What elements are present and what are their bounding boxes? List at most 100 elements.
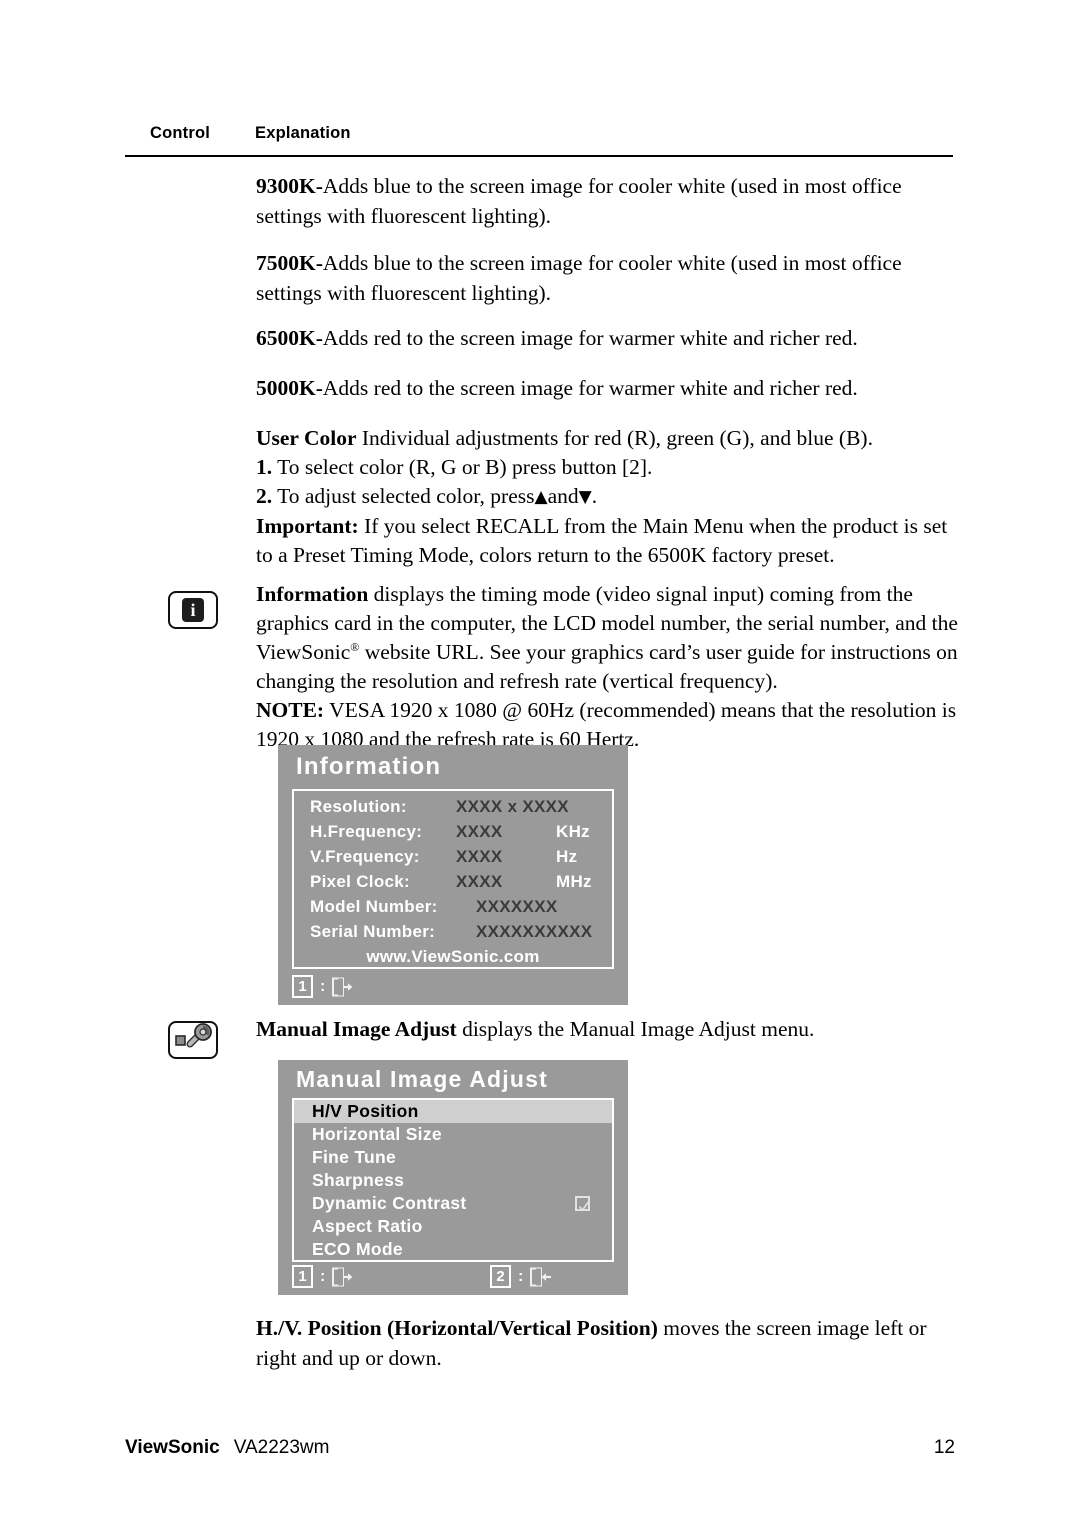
term-6500k: 6500K-	[256, 326, 323, 350]
arrow-down-icon: ▼	[578, 487, 592, 507]
step-2-text-after: .	[591, 484, 598, 508]
term-7500k: 7500K-	[256, 251, 323, 275]
text-9300k: Adds blue to the screen image for cooler…	[256, 174, 902, 228]
column-header-explanation: Explanation	[255, 124, 351, 142]
osd-value-h-frequency: XXXX	[456, 822, 503, 841]
osd-label-resolution: Resolution:	[310, 797, 407, 816]
paragraph-user-color: User Color Individual adjustments for re…	[256, 424, 956, 570]
term-hv-position: H./V. Position (Horizontal/Vertical Posi…	[256, 1316, 658, 1340]
osd-hint-colon: :	[518, 1267, 524, 1285]
paragraph-9300k: 9300K-Adds blue to the screen image for …	[256, 171, 956, 231]
osd-value-pixel-clock: XXXX	[456, 872, 503, 891]
osd-manual-image-adjust-list: H/V Position Horizontal Size Fine Tune S…	[292, 1098, 614, 1262]
step-1-text: To select color (R, G or B) press button…	[277, 455, 653, 479]
footer-brand-line: ViewSonic VA2223wm	[125, 1437, 329, 1459]
manual-page: Control Explanation 9300K-Adds blue to t…	[0, 0, 1080, 1528]
osd-row-model-number: Model Number: XXXXXXX	[294, 893, 612, 921]
osd-hint-exit[interactable]: 1 :	[292, 1265, 354, 1288]
footer-model: VA2223wm	[233, 1437, 330, 1458]
osd-hint-colon: :	[320, 977, 326, 995]
osd-value-serial-number: XXXXXXXXXX	[476, 922, 593, 941]
osd-value-v-frequency: XXXX	[456, 847, 503, 866]
term-important: Important:	[256, 514, 359, 538]
osd-hint-exit[interactable]: 1 :	[292, 975, 354, 998]
osd-label-h-frequency: H.Frequency:	[310, 822, 423, 841]
osd-row-serial-number: Serial Number: XXXXXXXXXX	[294, 918, 612, 946]
osd-item-sharpness[interactable]: Sharpness	[294, 1169, 612, 1192]
osd-manual-image-adjust-hints: 1 : 2 :	[292, 1263, 614, 1289]
osd-hint-colon: :	[320, 1267, 326, 1285]
osd-label-pixel-clock: Pixel Clock:	[310, 872, 410, 891]
term-5000k: 5000K-	[256, 376, 323, 400]
step-2-number: 2.	[256, 484, 273, 508]
text-6500k: Adds red to the screen image for warmer …	[322, 326, 858, 350]
footer-brand: ViewSonic	[125, 1437, 220, 1458]
text-important: If you select RECALL from the Main Menu …	[256, 514, 948, 567]
osd-item-aspect-ratio[interactable]: Aspect Ratio	[294, 1215, 612, 1238]
column-header-control: Control	[150, 124, 211, 142]
osd-value-model-number: XXXXXXX	[476, 897, 558, 916]
exit-icon	[332, 977, 354, 997]
osd-website-url: www.ViewSonic.com	[366, 947, 540, 966]
text-note: VESA 1920 x 1080 @ 60Hz (recommended) me…	[256, 698, 957, 751]
dynamic-contrast-checkbox[interactable]	[575, 1196, 591, 1212]
information-icon-glyph: i	[182, 598, 204, 622]
osd-item-hv-position[interactable]: H/V Position	[294, 1100, 612, 1123]
osd-unit-pixel-clock: MHz	[556, 872, 592, 891]
osd-item-label: ECO Mode	[312, 1239, 403, 1259]
osd-label-v-frequency: V.Frequency:	[310, 847, 420, 866]
osd-hint-key-2: 2	[490, 1265, 511, 1288]
osd-hint-key-1: 1	[292, 975, 313, 998]
paragraph-6500k: 6500K-Adds red to the screen image for w…	[256, 323, 956, 353]
osd-item-label: Horizontal Size	[312, 1124, 442, 1144]
osd-hint-enter[interactable]: 2 :	[490, 1265, 552, 1288]
osd-information-title: Information	[296, 753, 442, 780]
step-2-conjunction: and	[547, 484, 579, 508]
osd-hint-key-1: 1	[292, 1265, 313, 1288]
osd-label-model-number: Model Number:	[310, 897, 438, 916]
registered-trademark-symbol: ®	[350, 639, 360, 654]
text-5000k: Adds red to the screen image for warmer …	[322, 376, 858, 400]
arrow-up-icon: ▲	[534, 487, 548, 507]
paragraph-hv-position: H./V. Position (Horizontal/Vertical Posi…	[256, 1313, 962, 1373]
osd-unit-v-frequency: Hz	[556, 847, 578, 866]
osd-row-v-frequency: V.Frequency: XXXX Hz	[294, 843, 612, 871]
osd-row-resolution: Resolution: XXXX x XXXX	[294, 793, 612, 821]
osd-item-label: Fine Tune	[312, 1147, 397, 1167]
osd-information-panel: Information Resolution: XXXX x XXXX H.Fr…	[278, 745, 628, 1005]
osd-row-pixel-clock: Pixel Clock: XXXX MHz	[294, 868, 612, 896]
osd-item-eco-mode[interactable]: ECO Mode	[294, 1238, 612, 1261]
paragraph-5000k: 5000K-Adds red to the screen image for w…	[256, 373, 956, 403]
osd-unit-h-frequency: KHz	[556, 822, 590, 841]
osd-item-fine-tune[interactable]: Fine Tune	[294, 1146, 612, 1169]
wrench-icon	[175, 1023, 212, 1048]
term-user-color: User Color	[256, 426, 357, 450]
osd-manual-image-adjust-panel: Manual Image Adjust H/V Position Horizon…	[278, 1060, 628, 1295]
step-2-text-before: To adjust selected color, press	[277, 484, 535, 508]
osd-value-resolution: XXXX x XXXX	[456, 797, 569, 816]
term-manual-image-adjust: Manual Image Adjust	[256, 1017, 457, 1041]
osd-item-label: H/V Position	[312, 1101, 419, 1121]
paragraph-manual-image-adjust: Manual Image Adjust displays the Manual …	[256, 1014, 956, 1044]
osd-item-label: Dynamic Contrast	[312, 1193, 467, 1213]
text-user-color: Individual adjustments for red (R), gree…	[361, 426, 873, 450]
paragraph-information: Information displays the timing mode (vi…	[256, 580, 962, 754]
osd-row-h-frequency: H.Frequency: XXXX KHz	[294, 818, 612, 846]
manual-image-adjust-icon	[168, 1021, 218, 1059]
text-7500k: Adds blue to the screen image for cooler…	[256, 251, 902, 305]
text-manual-image-adjust: displays the Manual Image Adjust menu.	[462, 1017, 815, 1041]
osd-item-dynamic-contrast[interactable]: Dynamic Contrast	[294, 1192, 612, 1215]
osd-item-label: Aspect Ratio	[312, 1216, 423, 1236]
osd-label-serial-number: Serial Number:	[310, 922, 436, 941]
footer-page-number: 12	[933, 1437, 955, 1458]
enter-icon	[530, 1267, 552, 1287]
paragraph-7500k: 7500K-Adds blue to the screen image for …	[256, 248, 956, 308]
osd-information-hints: 1 :	[292, 973, 614, 999]
term-information: Information	[256, 582, 369, 606]
header-divider	[125, 155, 953, 157]
term-9300k: 9300K-	[256, 174, 323, 198]
osd-item-label: Sharpness	[312, 1170, 405, 1190]
exit-icon	[332, 1267, 354, 1287]
osd-manual-image-adjust-title: Manual Image Adjust	[296, 1066, 548, 1092]
osd-item-horizontal-size[interactable]: Horizontal Size	[294, 1123, 612, 1146]
